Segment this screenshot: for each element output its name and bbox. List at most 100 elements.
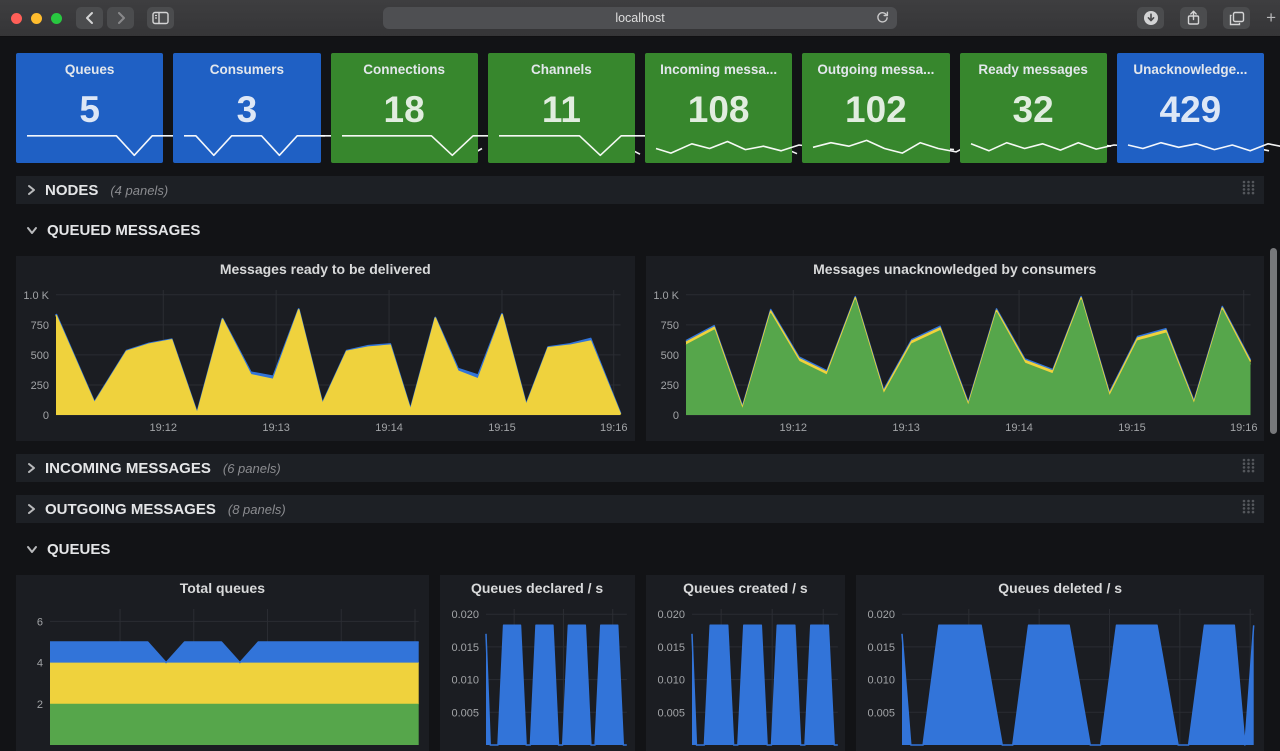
browser-toolbar: localhost + [0,0,1280,37]
stat-panel-incoming-messages[interactable]: Incoming messa... 108 [645,53,792,163]
share-button[interactable] [1180,7,1207,29]
svg-text:0.020: 0.020 [657,609,685,621]
address-bar[interactable]: localhost [383,7,897,29]
sparkline [1127,132,1280,158]
stat-title: Channels [488,53,635,77]
stat-panel-outgoing-messages[interactable]: Outgoing messa... 102 [802,53,949,163]
panel-title[interactable]: Queues created / s [646,575,846,601]
stat-panel-consumers[interactable]: Consumers 3 [173,53,320,163]
stat-title: Outgoing messa... [802,53,949,77]
svg-text:19:12: 19:12 [149,422,177,434]
chevron-right-icon [114,11,128,25]
refresh-button[interactable] [875,10,890,28]
svg-text:6: 6 [37,616,43,628]
new-tab-button[interactable]: + [1266,8,1276,28]
stat-panel-queues[interactable]: Queues 5 [16,53,163,163]
zoom-window-button[interactable] [51,13,62,24]
tab-overview-button[interactable] [1223,7,1250,29]
svg-text:500: 500 [660,350,678,362]
chevron-right-icon [26,503,36,515]
stat-title: Queues [16,53,163,77]
panel-messages-unacknowledged: Messages unacknowledged by consumers 1.0… [646,256,1265,441]
row-drag-handle-icon[interactable] [1242,499,1255,519]
downloads-button[interactable] [1137,7,1164,29]
svg-text:750: 750 [31,320,49,332]
chart-queues-created: 0.0200.0150.0100.005 [646,601,846,751]
scrollbar[interactable] [1270,248,1277,434]
panel-title[interactable]: Messages ready to be delivered [16,256,635,282]
panel-queues-declared: Queues declared / s 0.020 0.015 0.010 0.005 [440,575,635,751]
chart-queues-deleted: 0.0200.0150.0100.005 [856,601,1264,751]
panel-title[interactable]: Queues declared / s [440,575,635,601]
stat-panel-ready-messages[interactable]: Ready messages 32 [960,53,1107,163]
panel-queues-created: Queues created / s 0.0200.0150.0100.005 [646,575,846,751]
row-incoming-messages[interactable]: INCOMING MESSAGES (6 panels) [16,454,1264,482]
chevron-down-icon [26,544,38,554]
stat-panel-row: Queues 5 Consumers 3 Connections 18 Chan… [16,53,1264,163]
tabs-icon [1229,11,1245,26]
chevron-left-icon [83,11,97,25]
chevron-right-icon [26,184,36,196]
row-panel-count: (8 panels) [228,502,286,517]
panel-title[interactable]: Messages unacknowledged by consumers [646,256,1265,282]
queues-panels: Total queues 642 Queues declared / s 0.0… [16,575,1264,750]
svg-text:1.0 K: 1.0 K [23,290,49,302]
svg-text:0.020: 0.020 [868,609,896,621]
svg-text:0.005: 0.005 [868,707,896,719]
svg-text:1.0 K: 1.0 K [653,290,679,302]
stat-value: 18 [331,89,478,131]
row-drag-handle-icon[interactable] [1242,180,1255,200]
share-icon [1186,10,1201,26]
stat-value: 11 [488,89,635,131]
stat-title: Ready messages [960,53,1107,77]
svg-text:19:16: 19:16 [600,422,628,434]
panel-title[interactable]: Queues deleted / s [856,575,1264,601]
stat-title: Unacknowledge... [1117,53,1264,77]
chevron-down-icon [26,225,38,235]
svg-text:19:15: 19:15 [488,422,516,434]
stat-panel-connections[interactable]: Connections 18 [331,53,478,163]
stat-value: 108 [645,89,792,131]
queued-messages-panels: Messages ready to be delivered 1.0 K 750 5… [16,256,1264,441]
svg-text:500: 500 [31,350,49,362]
download-icon [1143,10,1159,26]
svg-text:0.020: 0.020 [451,609,479,621]
svg-text:19:14: 19:14 [375,422,403,434]
svg-text:0.005: 0.005 [451,707,479,719]
refresh-icon [875,10,890,25]
row-title: NODES [45,182,98,199]
stat-title: Consumers [173,53,320,77]
minimize-window-button[interactable] [31,13,42,24]
panel-total-queues: Total queues 642 [16,575,429,751]
stat-value: 102 [802,89,949,131]
row-title: QUEUES [47,541,110,558]
svg-text:0.010: 0.010 [657,675,685,687]
svg-text:0.015: 0.015 [451,642,479,654]
panel-title[interactable]: Total queues [16,575,429,601]
sidebar-toggle-button[interactable] [147,7,174,29]
row-outgoing-messages[interactable]: OUTGOING MESSAGES (8 panels) [16,495,1264,523]
row-drag-handle-icon[interactable] [1242,458,1255,478]
row-queues[interactable]: QUEUES [16,536,1264,562]
back-button[interactable] [76,7,103,29]
row-queued-messages[interactable]: QUEUED MESSAGES [16,217,1264,243]
row-panel-count: (6 panels) [223,461,281,476]
row-title: QUEUED MESSAGES [47,222,200,239]
chart-queues-declared: 0.020 0.015 0.010 0.005 [440,601,635,751]
svg-text:250: 250 [31,380,49,392]
row-nodes[interactable]: NODES (4 panels) [16,176,1264,204]
svg-text:19:12: 19:12 [779,422,807,434]
stat-panel-unacknowledged[interactable]: Unacknowledge... 429 [1117,53,1264,163]
svg-text:19:13: 19:13 [892,422,920,434]
chevron-right-icon [26,462,36,474]
svg-text:0.010: 0.010 [451,675,479,687]
panel-messages-ready: Messages ready to be delivered 1.0 K 750 5… [16,256,635,441]
row-title: OUTGOING MESSAGES [45,501,216,518]
close-window-button[interactable] [11,13,22,24]
svg-text:0.015: 0.015 [868,642,896,654]
chart-total-queues: 642 [16,601,429,751]
stat-panel-channels[interactable]: Channels 11 [488,53,635,163]
forward-button[interactable] [107,7,134,29]
svg-text:19:13: 19:13 [262,422,290,434]
svg-text:250: 250 [660,380,678,392]
